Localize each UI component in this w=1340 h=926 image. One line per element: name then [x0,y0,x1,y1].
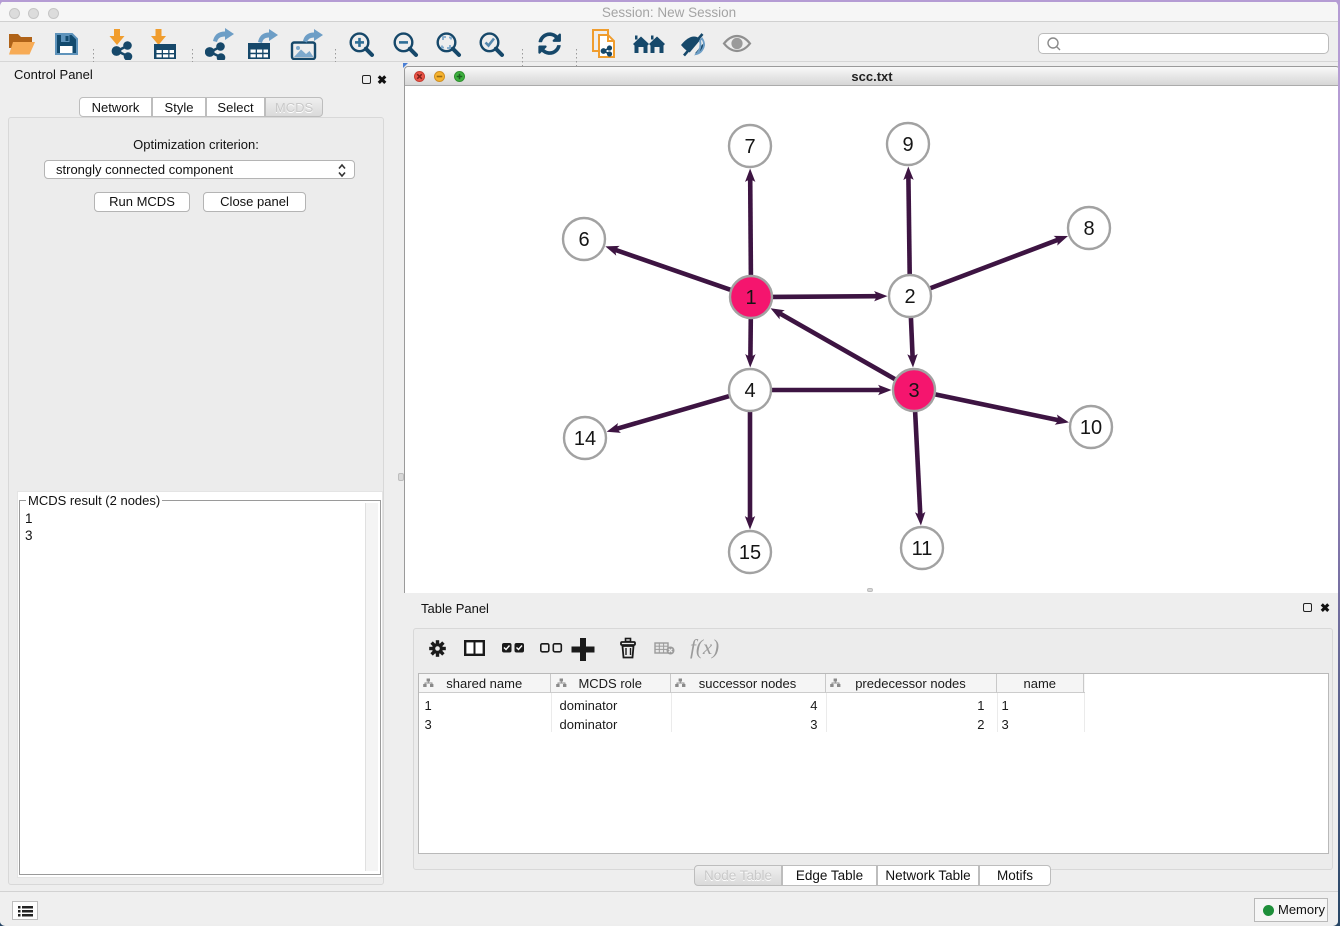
svg-text:14: 14 [574,428,596,450]
svg-text:10: 10 [1080,417,1102,439]
svg-text:8: 8 [1083,218,1094,240]
svg-text:2: 2 [904,286,915,308]
svg-text:11: 11 [912,538,933,560]
svg-text:3: 3 [908,380,919,402]
svg-text:15: 15 [739,542,761,564]
svg-text:4: 4 [744,380,755,402]
svg-text:9: 9 [902,134,913,156]
svg-text:6: 6 [578,229,589,251]
svg-text:1: 1 [745,287,756,309]
svg-text:7: 7 [744,136,755,158]
